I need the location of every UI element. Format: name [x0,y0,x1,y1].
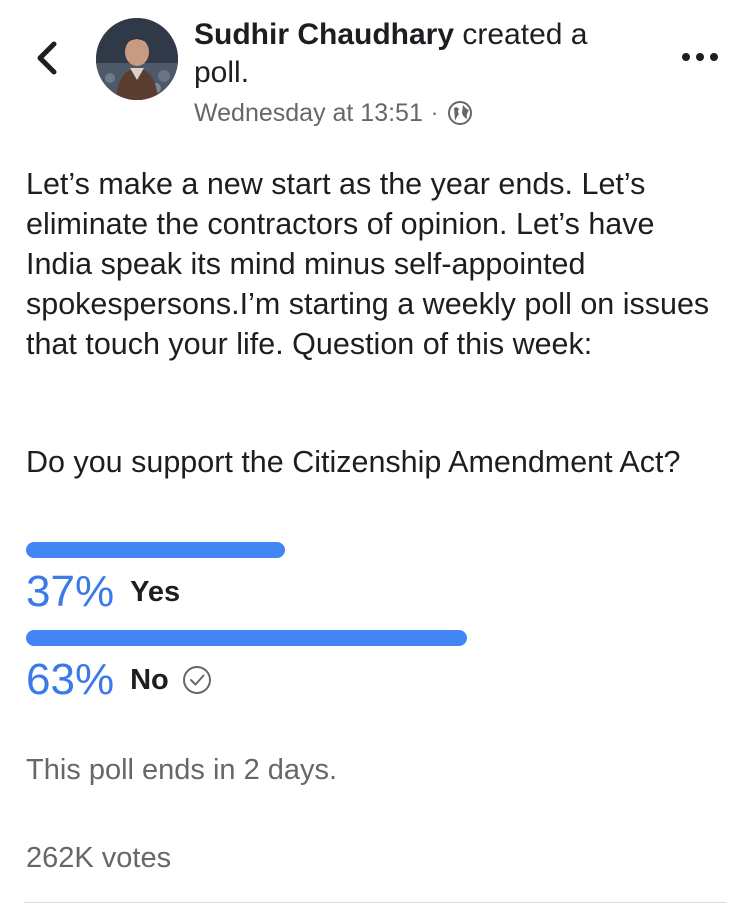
poll-percent: 63% [26,655,115,704]
post-body: Let’s make a new start as the year ends.… [26,167,710,361]
more-horizontal-icon [682,53,718,61]
poll-option-no[interactable]: 63% No [26,630,726,712]
poll-question: Do you support the Citizenship Amendment… [26,445,681,479]
poll-result: 63% No [26,654,726,706]
chevron-left-icon [37,41,57,75]
poll-option-label: No [130,663,169,696]
back-button[interactable] [30,38,64,78]
post-title: Sudhir Chaudhary created a poll. [194,16,634,92]
divider [24,902,726,903]
post-meta: Wednesday at 13:51 · [194,97,634,129]
poll-percent: 37% [26,567,115,616]
vote-count[interactable]: 262K votes [26,842,171,875]
profile-photo [96,18,178,100]
poll-option-yes[interactable]: 37% Yes [26,542,726,624]
avatar[interactable] [96,18,178,100]
poll-bar-track [26,630,726,646]
meta-separator: · [430,100,439,125]
check-circle-icon [182,666,211,694]
poll-option-label: Yes [130,575,181,608]
author-name[interactable]: Sudhir Chaudhary [194,18,454,51]
timestamp[interactable]: Wednesday at 13:51 [194,97,423,129]
poll-bar-fill [26,630,467,646]
poll-bar-track [26,542,726,558]
post-header: Sudhir Chaudhary created a poll. Wednesd… [194,16,634,129]
poll-ends-text: This poll ends in 2 days. [26,754,338,786]
globe-icon [448,101,473,125]
poll-result: 37% Yes [26,566,726,618]
poll-bar-fill [26,542,285,558]
more-options-button[interactable] [680,48,720,66]
